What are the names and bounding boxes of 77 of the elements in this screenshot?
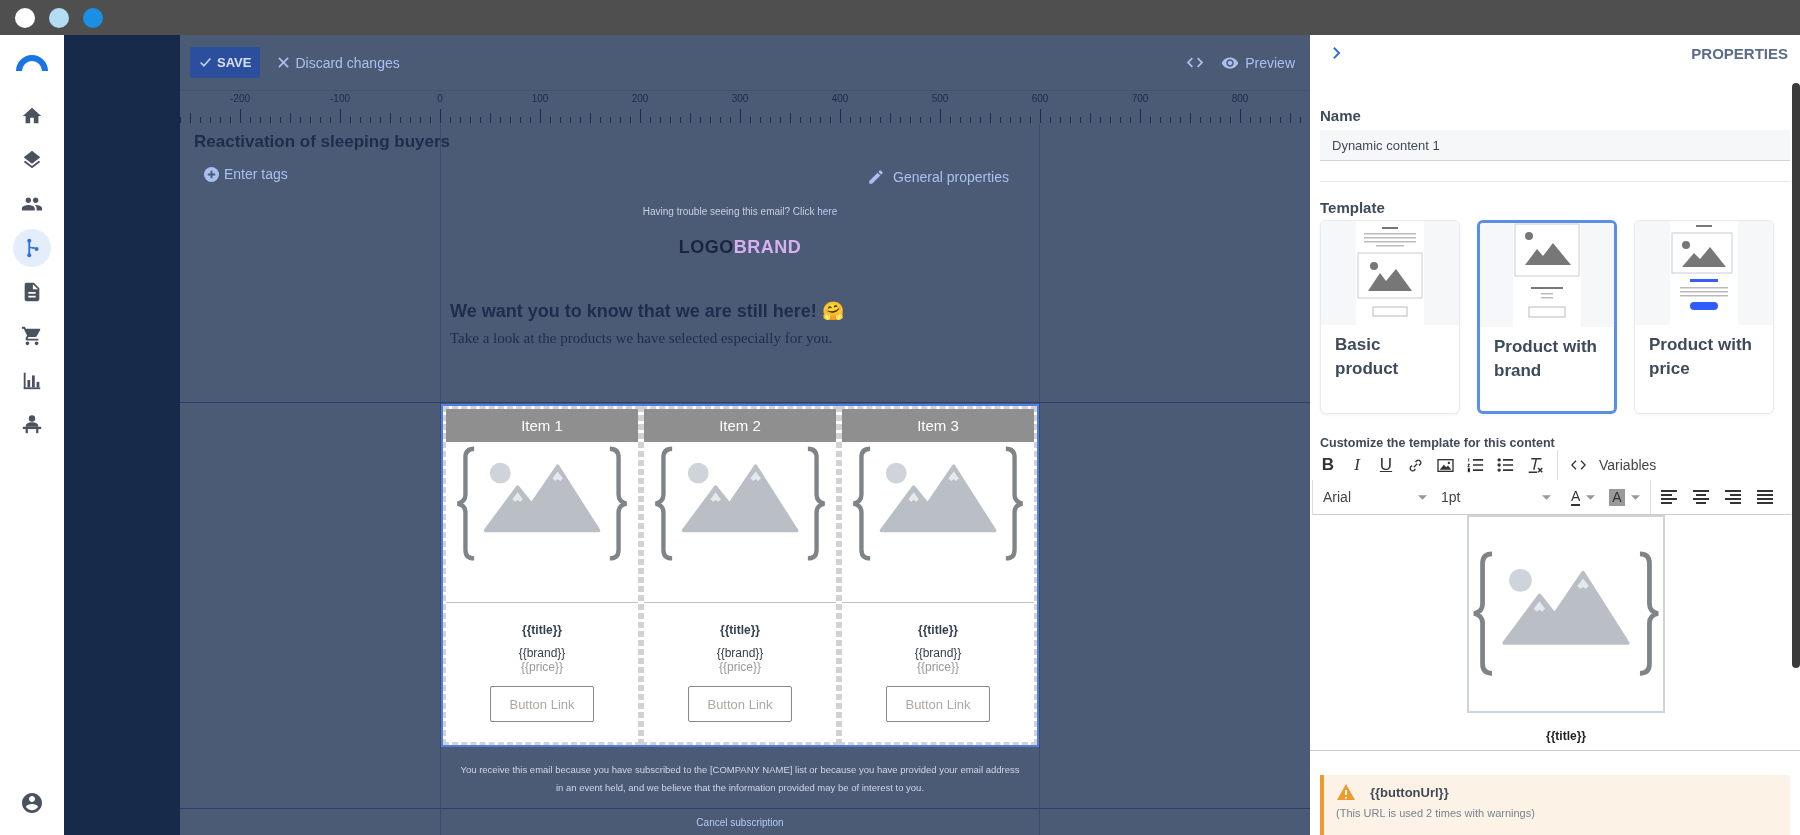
edit-icon <box>867 168 886 186</box>
font-size-dropdown[interactable]: 1pt <box>1439 489 1557 505</box>
item-header: Item 3 <box>842 409 1034 442</box>
product-price: {{price}} <box>520 660 563 674</box>
window-control[interactable] <box>49 7 69 28</box>
code-icon[interactable] <box>1571 460 1586 470</box>
image-placeholder-icon <box>1471 550 1661 678</box>
here-link[interactable]: here <box>817 206 838 217</box>
product-price: {{price}} <box>916 660 959 674</box>
image-placeholder-icon <box>455 445 629 563</box>
align-center-icon[interactable] <box>1692 490 1709 504</box>
warning-variable: {{buttonUrl}} <box>1370 784 1449 800</box>
item-header: Item 2 <box>644 409 836 442</box>
product-brand: {{brand}} <box>716 646 764 660</box>
product-title: {{title}} <box>918 623 958 637</box>
product-price: {{price}} <box>718 660 761 674</box>
layers-icon <box>21 149 43 171</box>
clear-format-icon[interactable] <box>1527 456 1544 474</box>
template-label: Template <box>1320 199 1386 216</box>
caret-icon <box>1630 494 1640 500</box>
template-card[interactable]: Product with brand <box>1477 220 1617 414</box>
image-placeholder-icon <box>851 445 1025 563</box>
align-right-icon[interactable] <box>1724 490 1741 504</box>
warning-note: (This URL is used 2 times with warnings) <box>1336 807 1536 819</box>
item-header: Item 1 <box>446 409 638 442</box>
format-button[interactable]: U <box>1378 455 1394 475</box>
template-card[interactable]: Basic product <box>1320 220 1460 414</box>
image-placeholder-icon <box>653 445 827 563</box>
caret-icon <box>1542 494 1551 500</box>
cancel-subscription-link[interactable]: Cancel subscription <box>441 809 1039 828</box>
general-properties-button[interactable]: General properties <box>867 168 1009 186</box>
image-icon[interactable] <box>1437 457 1454 473</box>
org-icon <box>21 413 43 435</box>
template-card[interactable]: Product with price <box>1634 220 1774 414</box>
chevron-right-icon[interactable] <box>1332 46 1341 60</box>
warning-icon <box>1336 783 1356 801</box>
check-icon <box>199 56 212 69</box>
name-field[interactable]: Dynamic content 1 <box>1320 130 1790 161</box>
product-brand: {{brand}} <box>518 646 566 660</box>
enter-tags-button[interactable]: Enter tags <box>194 166 288 182</box>
preview-title: {{title}} <box>1546 729 1586 743</box>
product-title: {{title}} <box>720 623 760 637</box>
flow-nav-item[interactable] <box>13 229 51 267</box>
font-name: Arial <box>1323 489 1351 505</box>
highlight-color-button[interactable]: A <box>1609 488 1640 506</box>
plus-icon <box>204 166 219 182</box>
account-icon[interactable] <box>20 791 44 815</box>
save-button[interactable]: SAVE <box>190 47 261 78</box>
scrollbar[interactable] <box>1792 83 1800 668</box>
justify-icon[interactable] <box>1756 490 1773 504</box>
text-color-glyph: A <box>1571 488 1581 506</box>
font-size: 1pt <box>1441 489 1461 505</box>
product-brand: {{brand}} <box>914 646 962 660</box>
text-color-button[interactable]: A <box>1571 488 1596 506</box>
panel-title: PROPERTIES <box>1691 44 1788 62</box>
close-icon <box>278 57 290 68</box>
numbered-list-icon[interactable] <box>1467 457 1484 473</box>
highlight-glyph: A <box>1609 488 1625 506</box>
preview-button[interactable]: Preview <box>1221 53 1295 72</box>
format-button[interactable]: I <box>1349 455 1365 475</box>
name-label: Name <box>1320 107 1362 124</box>
discard-button[interactable]: Discard changes <box>278 54 400 71</box>
trouble-text: Having trouble seeing this email? Click here <box>641 206 839 217</box>
align-left-icon[interactable] <box>1660 490 1677 504</box>
cart-icon <box>21 325 43 347</box>
logo-icon[interactable] <box>16 53 48 73</box>
window-control[interactable] <box>15 7 35 28</box>
variables-button[interactable]: Variables <box>1599 457 1657 473</box>
format-button[interactable]: B <box>1320 455 1336 475</box>
caret-icon <box>1418 494 1427 500</box>
font-dropdown[interactable]: Arial <box>1321 489 1433 505</box>
bullet-list-icon[interactable] <box>1497 457 1514 473</box>
footer-text: You receive this email because you have subscribed to the [COMPANY NAME] list or because you have provided your email address in an event held, and we believe that the information provided may be of interest to you. <box>459 763 1021 795</box>
customize-label: Customize the template for this content <box>1320 436 1556 450</box>
link-icon[interactable] <box>1407 456 1424 474</box>
caret-icon <box>1586 494 1596 500</box>
product-title: {{title}} <box>522 623 562 637</box>
